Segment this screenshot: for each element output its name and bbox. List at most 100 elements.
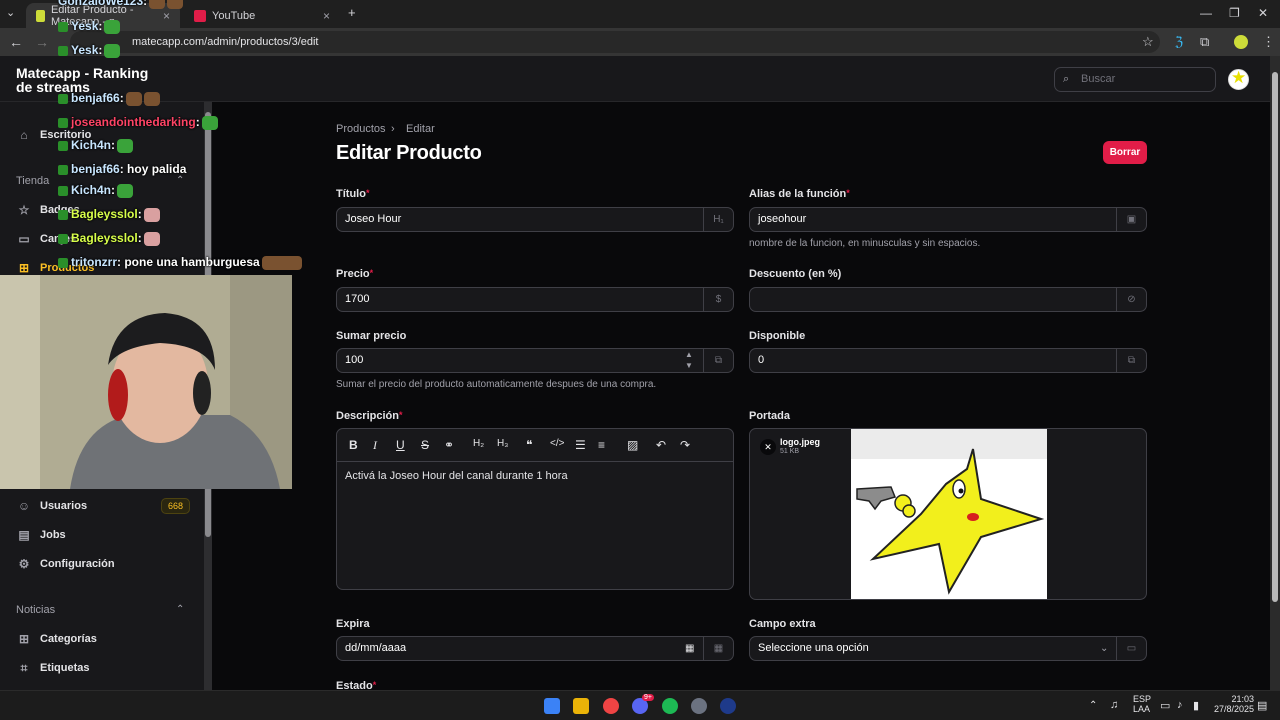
chat-badge-icon [58, 209, 68, 220]
restore-icon[interactable]: ❐ [1229, 6, 1240, 20]
italic-icon[interactable]: I [373, 438, 377, 453]
emote-icon [104, 19, 121, 34]
window-close-icon[interactable]: ✕ [1258, 6, 1268, 20]
tab-title: YouTube [212, 9, 256, 22]
titulo-input[interactable]: Joseo Hour H₁ [336, 207, 734, 232]
back-icon[interactable]: ← [9, 34, 23, 50]
file-size: 51 KB [780, 448, 800, 455]
delete-button[interactable]: Borrar [1103, 141, 1147, 164]
required-mark: * [369, 268, 374, 278]
link-icon[interactable]: ⚭ [444, 438, 454, 452]
breadcrumb-parent[interactable]: Productos [336, 123, 386, 135]
code-block-icon[interactable]: </> [550, 438, 564, 449]
precio-label-text: Precio [336, 268, 370, 280]
extensions-icon[interactable]: ⧉ [1200, 34, 1209, 50]
grid-icon: ⊞ [18, 632, 30, 646]
chat-message: Bagleysslol: [58, 207, 160, 222]
number-stepper-icon[interactable]: ▲ ▼ [685, 349, 693, 371]
main-content [212, 102, 1270, 690]
profile-icon[interactable] [1234, 35, 1248, 49]
new-tab-icon[interactable]: + [348, 5, 356, 20]
brand-title[interactable]: Matecapp - Ranking de streams [16, 66, 148, 94]
tray-expand-icon[interactable]: ⌃ [1089, 700, 1097, 711]
windows-start-icon[interactable] [544, 698, 560, 714]
sidebar-item-categorias[interactable]: ⊞ Categorías [16, 629, 97, 649]
strikethrough-icon[interactable]: S [421, 438, 429, 452]
sidebar-item-jobs[interactable]: ▤ Jobs [16, 525, 65, 545]
undo-icon[interactable]: ↶ [656, 438, 666, 452]
redo-icon[interactable]: ↷ [680, 438, 690, 452]
date-picker-icon[interactable]: ▦ [685, 637, 694, 660]
user-avatar[interactable] [1228, 68, 1249, 90]
tab-youtube[interactable]: YouTube × [184, 3, 340, 28]
remove-file-icon[interactable]: ✕ [760, 439, 776, 455]
steam-icon[interactable] [720, 698, 736, 714]
clock[interactable]: 21:03 27/8/2025 [1214, 694, 1254, 714]
image-icon[interactable]: ▨ [627, 438, 638, 452]
page-scroll-thumb[interactable] [1272, 72, 1278, 602]
bullet-list-icon[interactable]: ☰ [575, 438, 586, 452]
sumar-precio-input[interactable]: 100 ▲ ▼ ⧉ [336, 348, 734, 373]
chevron-up-icon[interactable]: ⌃ [176, 604, 184, 615]
expira-date-input[interactable]: dd/mm/aaaa ▦ ▦ [336, 636, 734, 661]
notifications-icon[interactable]: ▤ [1257, 699, 1267, 712]
required-mark: * [372, 680, 377, 690]
chrome-icon[interactable] [603, 698, 619, 714]
chevron-up-icon[interactable]: ⌃ [176, 175, 184, 186]
heading3-icon[interactable]: H₃ [497, 438, 508, 449]
close-tab-icon[interactable]: × [163, 9, 170, 23]
chat-message: tritonzrr: pone una hamburguesa [58, 255, 302, 270]
spotify-icon[interactable] [662, 698, 678, 714]
obs-icon[interactable] [691, 698, 707, 714]
alias-hint: nombre de la funcion, en minusculas y si… [749, 238, 981, 249]
sidebar-item-label: Configuración [40, 558, 115, 570]
url-bar[interactable]: matecapp.com/admin/productos/3/edit [70, 31, 1160, 53]
chat-message: Yesk: [58, 19, 121, 34]
sidebar-group-tienda[interactable]: Tienda [16, 175, 49, 187]
editor-content[interactable]: Activá la Joseo Hour del canal durante 1… [345, 470, 568, 482]
search-input[interactable]: ⌕ Buscar [1054, 67, 1216, 92]
forward-icon[interactable]: → [35, 34, 49, 50]
blockquote-icon[interactable]: ❝ [526, 438, 532, 452]
disponible-value: 0 [758, 354, 765, 366]
minimize-icon[interactable]: — [1200, 6, 1212, 20]
chat-user: benjaf66 [71, 91, 120, 105]
monitor-icon[interactable]: ▭ [1160, 699, 1170, 712]
volume-icon[interactable]: ♪ [1177, 699, 1183, 711]
battery-icon[interactable]: ▮ [1193, 699, 1199, 712]
ordered-list-icon[interactable]: ≡ [598, 438, 605, 452]
home-icon: ⌂ [20, 128, 28, 142]
file-explorer-icon[interactable] [573, 698, 589, 714]
sidebar-group-noticias[interactable]: Noticias [16, 604, 55, 616]
browser-menu-icon[interactable]: ⋮ [1262, 34, 1275, 50]
language-indicator[interactable]: ESP LAA [1133, 694, 1151, 714]
code-icon: ▣ [1116, 208, 1146, 231]
sidebar-item-etiquetas[interactable]: ⌗ Etiquetas [16, 658, 90, 678]
tab-search-icon[interactable]: ⌄ [6, 6, 15, 19]
portada-upload[interactable]: ✕ logo.jpeg 51 KB [749, 428, 1147, 600]
extension-translate-icon[interactable]: ℨ [1175, 34, 1183, 50]
sidebar-item-usuarios[interactable]: ☺ Usuarios [16, 496, 87, 516]
tag-icon: ⌗ [20, 660, 28, 675]
microphone-icon[interactable]: ♫ [1110, 699, 1118, 711]
underline-icon[interactable]: U [396, 438, 405, 452]
alias-label-text: Alias de la función [749, 188, 847, 200]
bold-icon[interactable]: B [349, 438, 358, 452]
emote-icon [149, 0, 166, 9]
heading2-icon[interactable]: H₂ [473, 438, 484, 449]
rich-text-editor[interactable]: B I U S ⚭ H₂ H₃ ❝ </> ☰ ≡ ▨ ↶ ↷ Activá l… [336, 428, 734, 590]
streamer-webcam-image [0, 275, 292, 489]
alias-input[interactable]: joseohour ▣ [749, 207, 1147, 232]
campo-extra-select[interactable]: Seleccione una opción ⌄ ▭ [749, 636, 1147, 661]
disponible-input[interactable]: 0 ⧉ [749, 348, 1147, 373]
bookmark-star-icon[interactable]: ☆ [1142, 34, 1154, 50]
precio-input[interactable]: 1700 $ [336, 287, 734, 312]
descuento-input[interactable]: ⊘ [749, 287, 1147, 312]
close-tab-icon[interactable]: × [323, 9, 330, 23]
youtube-favicon-icon [194, 9, 206, 22]
sidebar-item-configuracion[interactable]: ⚙ Configuración [16, 554, 115, 574]
gear-icon: ⚙ [18, 557, 30, 571]
chat-user: Bagleysslol [71, 231, 138, 245]
inbox-icon: ▭ [18, 232, 30, 246]
chat-message: benjaf66: [58, 91, 160, 106]
